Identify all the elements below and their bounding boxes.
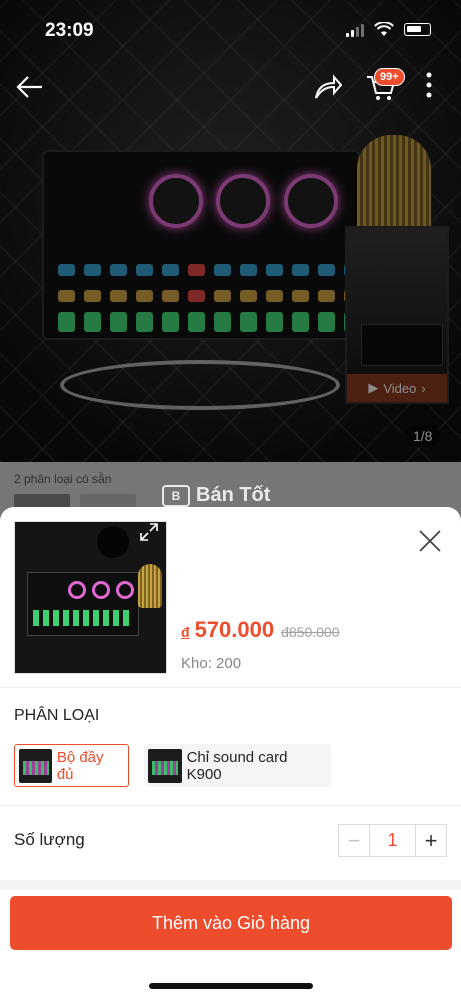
quantity-stepper: − 1 + [338, 824, 447, 857]
quantity-label: Số lượng [14, 830, 85, 849]
cart-badge: 99+ [374, 68, 405, 86]
original-price: đ850.000 [281, 624, 340, 640]
more-options-icon[interactable] [425, 70, 433, 104]
divider [0, 687, 461, 688]
signal-icon [346, 23, 364, 37]
decrease-quantity-button[interactable]: − [339, 825, 370, 856]
price-block: đ 570.000 đ850.000 [181, 617, 340, 643]
home-indicator [149, 983, 313, 989]
wifi-icon [374, 22, 394, 36]
variant-selection-sheet: đ 570.000 đ850.000 Kho: 200 PHÂN LOẠI Bộ… [0, 507, 461, 1000]
section-separator [0, 880, 461, 890]
current-price: 570.000 [194, 617, 275, 642]
currency-symbol: đ [181, 624, 190, 640]
variant-label: Bộ đầy đủ [56, 748, 104, 783]
status-time: 23:09 [45, 20, 94, 41]
variant-option-sound-card-only[interactable]: Chỉ sound card K900 [144, 744, 331, 787]
battery-icon [404, 23, 431, 36]
divider [0, 805, 461, 806]
quantity-input[interactable]: 1 [370, 825, 415, 856]
increase-quantity-button[interactable]: + [415, 825, 446, 856]
close-button[interactable] [414, 525, 446, 557]
classification-title: PHÂN LOẠI [14, 707, 100, 724]
stock-text: Kho: 200 [181, 655, 242, 672]
variant-thumbnail [19, 748, 52, 783]
watermark: B Bán Tốt [162, 484, 270, 507]
status-bar: 23:09 [0, 0, 461, 50]
close-icon [419, 530, 441, 552]
back-arrow-icon[interactable] [16, 74, 44, 104]
variant-thumbnail [148, 748, 182, 783]
watermark-text: Bán Tốt [196, 484, 271, 506]
add-to-cart-button[interactable]: Thêm vào Giỏ hàng [10, 896, 452, 950]
watermark-logo: B [162, 484, 190, 507]
share-icon[interactable] [314, 74, 343, 104]
expand-icon[interactable] [140, 523, 158, 545]
variant-option-full-set[interactable]: Bộ đầy đủ [14, 744, 129, 787]
variant-label: Chỉ sound card K900 [186, 748, 288, 783]
